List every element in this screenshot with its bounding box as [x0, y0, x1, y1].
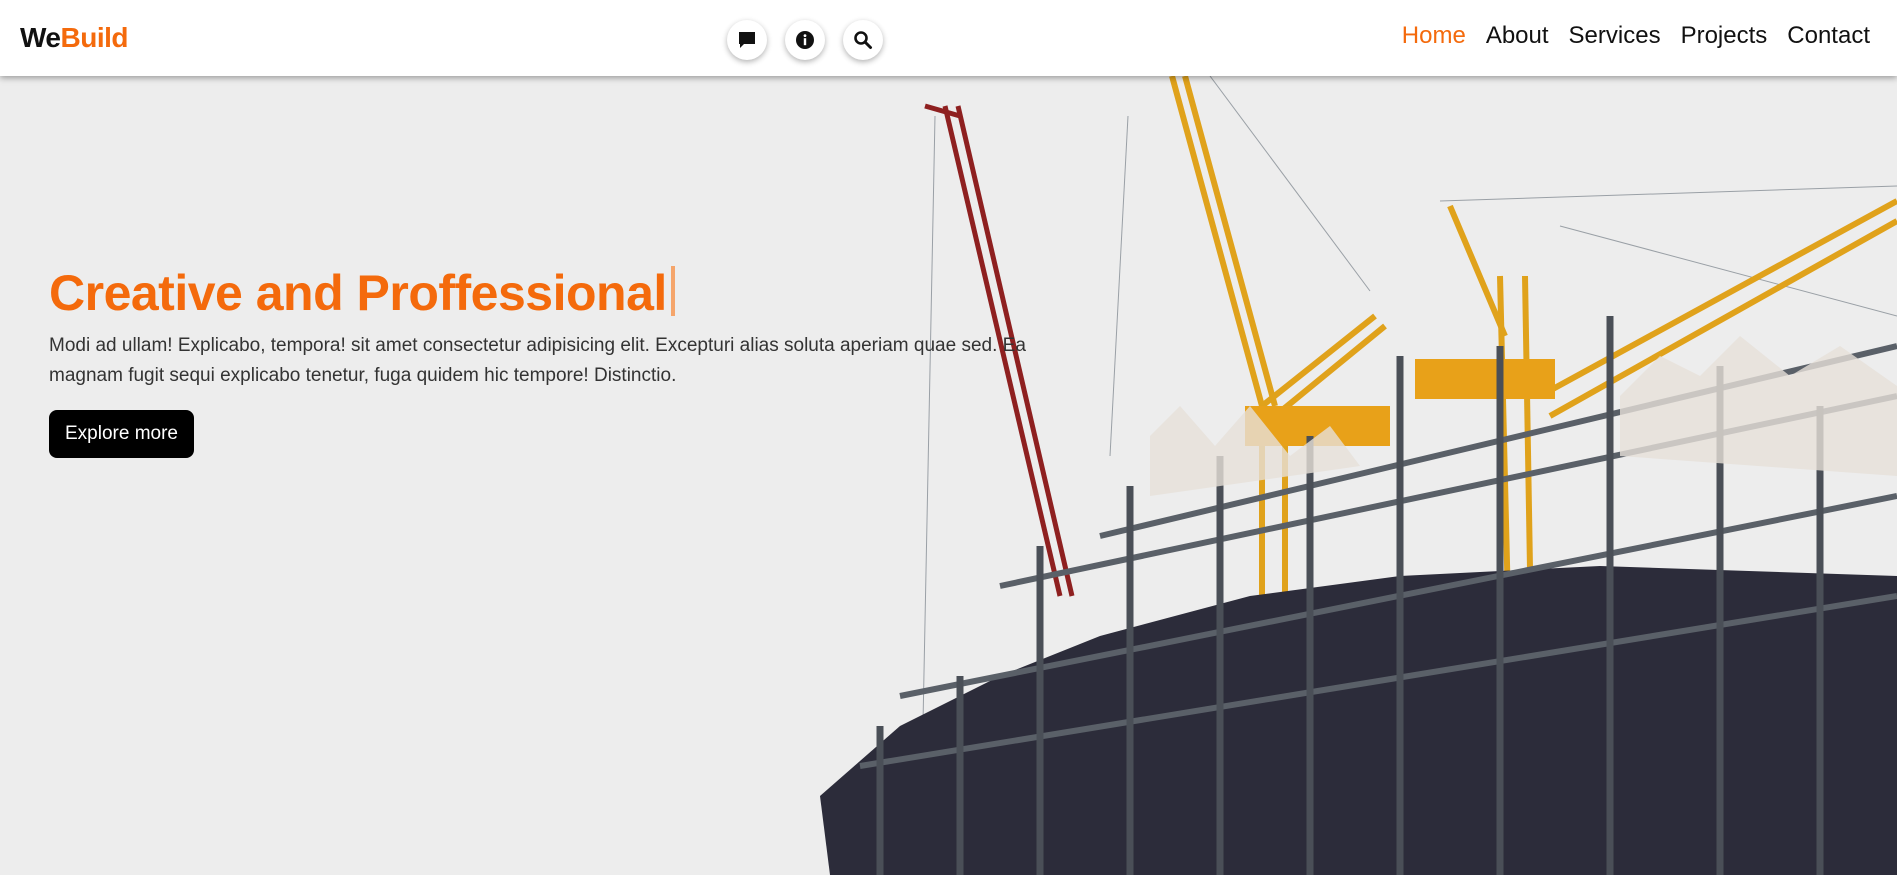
- logo-highlight: Build: [60, 22, 129, 53]
- icon-toolbar: [727, 20, 883, 60]
- info-button[interactable]: [785, 20, 825, 60]
- explore-more-button[interactable]: Explore more: [49, 410, 194, 458]
- info-icon: [796, 31, 814, 49]
- message-button[interactable]: [727, 20, 767, 60]
- hero-description: Modi ad ullam! Explicabo, tempora! sit a…: [49, 335, 1026, 386]
- nav-contact[interactable]: Contact: [1787, 22, 1870, 50]
- logo-prefix: We: [20, 22, 61, 53]
- nav-projects[interactable]: Projects: [1681, 22, 1768, 50]
- search-button[interactable]: [843, 20, 883, 60]
- message-icon: [739, 32, 755, 48]
- hero-section: Creative and Proffessional Modi ad ullam…: [0, 76, 1897, 875]
- nav-about[interactable]: About: [1486, 22, 1549, 50]
- logo[interactable]: WeBuild: [20, 22, 128, 54]
- navbar: WeBuild Home About Services Projects Con…: [0, 0, 1897, 76]
- nav-home[interactable]: Home: [1402, 22, 1466, 50]
- search-icon: [854, 31, 872, 49]
- construction-site-image: [820, 76, 1897, 875]
- typing-cursor: [670, 266, 675, 316]
- main-nav: Home About Services Projects Contact: [1402, 22, 1870, 50]
- nav-services[interactable]: Services: [1569, 22, 1661, 50]
- hero-title: Creative and Proffessional: [49, 264, 675, 322]
